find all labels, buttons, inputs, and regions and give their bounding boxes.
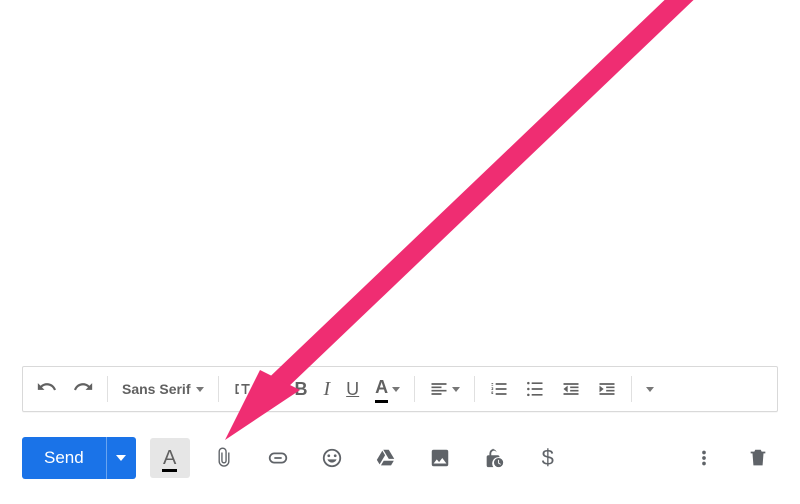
align-button[interactable] [421,373,468,405]
chevron-down-icon [646,387,654,392]
redo-button[interactable] [65,373,101,405]
triangle-down-icon [116,455,126,461]
formatting-options-button[interactable]: A [150,438,190,478]
align-left-icon [429,379,449,399]
chevron-down-icon [196,387,204,392]
undo-button[interactable] [29,373,65,405]
formatting-toolbar: Sans Serif B I U A [22,366,778,412]
separator [474,376,475,402]
link-icon [267,447,289,469]
compose-action-bar: Send A $ [22,430,778,486]
separator [279,376,280,402]
image-icon [429,447,451,469]
confidential-mode-button[interactable] [474,438,514,478]
compose-body[interactable] [20,0,780,344]
bold-button[interactable]: B [286,373,315,405]
attach-files-button[interactable] [204,438,244,478]
text-color-button[interactable]: A [367,373,408,405]
font-family-select[interactable]: Sans Serif [114,373,212,405]
trash-icon [747,447,769,469]
paperclip-icon [213,447,235,469]
insert-drive-button[interactable] [366,438,406,478]
more-options-button[interactable] [684,438,724,478]
indent-more-icon [597,379,617,399]
separator [107,376,108,402]
indent-less-button[interactable] [553,373,589,405]
undo-icon [37,379,57,399]
formatting-more-button[interactable] [638,373,662,405]
lock-clock-icon [483,447,505,469]
bulleted-list-button[interactable] [517,373,553,405]
send-button[interactable]: Send [22,437,106,479]
insert-link-button[interactable] [258,438,298,478]
italic-button[interactable]: I [315,373,338,405]
separator [414,376,415,402]
separator [218,376,219,402]
send-options-button[interactable] [106,437,136,479]
discard-draft-button[interactable] [738,438,778,478]
font-size-icon [233,379,253,399]
font-size-select[interactable] [225,373,273,405]
separator [631,376,632,402]
chevron-down-icon [392,387,400,392]
indent-less-icon [561,379,581,399]
dollar-icon: $ [542,445,554,471]
send-button-group: Send [22,437,136,479]
font-family-label: Sans Serif [122,381,190,397]
kebab-icon [693,447,715,469]
redo-icon [73,379,93,399]
chevron-down-icon [257,387,265,392]
drive-icon [375,447,397,469]
bulleted-list-icon [525,379,545,399]
insert-emoji-button[interactable] [312,438,352,478]
emoji-icon [321,447,343,469]
insert-photo-button[interactable] [420,438,460,478]
numbered-list-icon [489,379,509,399]
chevron-down-icon [452,387,460,392]
indent-more-button[interactable] [589,373,625,405]
underline-button[interactable]: U [338,373,367,405]
insert-money-button[interactable]: $ [528,438,568,478]
numbered-list-button[interactable] [481,373,517,405]
